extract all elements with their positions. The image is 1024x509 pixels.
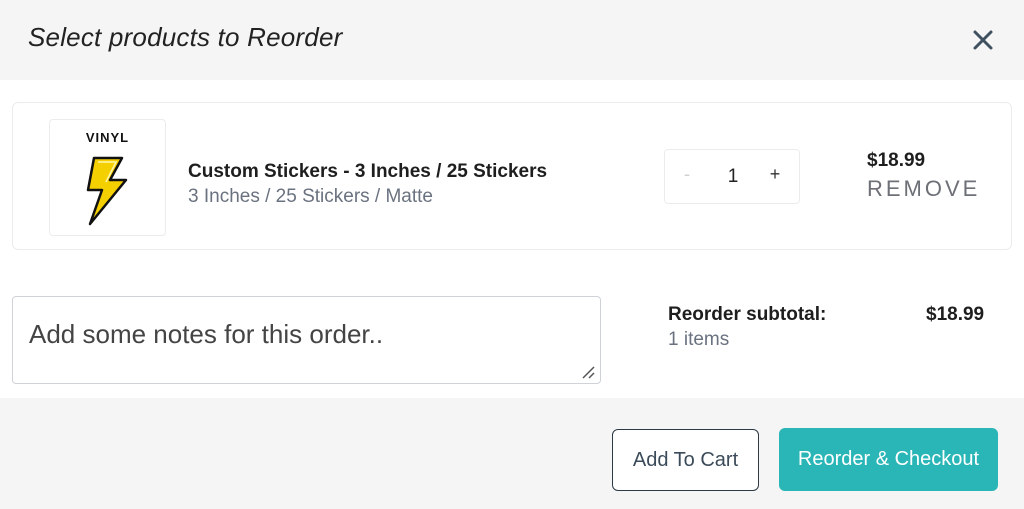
quantity-input[interactable] [715,164,751,190]
subtotal-label: Reorder subtotal: [668,304,827,325]
product-price: $18.99 [867,150,926,171]
subtotal-value: $18.99 [926,304,985,325]
item-count: 1 items [668,329,730,350]
product-name: Custom Stickers - 3 Inches / 25 Stickers [188,161,548,182]
product-thumbnail[interactable]: VINYL [49,119,166,236]
reorder-checkout-button[interactable]: Reorder & Checkout [779,428,998,491]
close-icon[interactable] [970,27,996,53]
remove-link[interactable]: REMOVE [867,176,980,202]
quantity-decrement-button[interactable]: - [679,164,695,188]
resize-grip-icon[interactable] [580,364,596,380]
quantity-increment-button[interactable]: + [765,164,785,188]
quantity-stepper: - + [664,149,800,204]
dialog-title: Select products to Reorder [28,22,343,52]
thumbnail-label: VINYL [85,130,130,145]
product-card: VINYL Custom Stickers - 3 Inches / 25 St… [12,102,1012,250]
product-variant: 3 Inches / 25 Stickers / Matte [188,186,433,207]
order-notes-field[interactable] [12,296,601,384]
add-to-cart-button[interactable]: Add To Cart [612,429,759,491]
lightning-bolt-icon [86,156,128,226]
